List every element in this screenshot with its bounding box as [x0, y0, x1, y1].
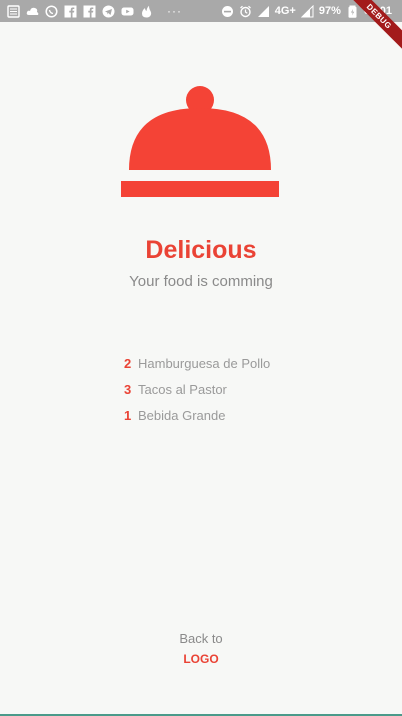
battery-icon: [346, 5, 359, 18]
whatsapp-icon: [45, 4, 58, 18]
signal-strength-icon: [300, 4, 314, 18]
status-bar: ··· 4G+ 97% 01:01 DEBUG: [0, 0, 402, 53]
page-title: Delicious: [145, 236, 257, 264]
network-type: 4G+: [274, 5, 296, 17]
item-quantity: 2: [124, 355, 132, 371]
signal-4g-icon: [257, 5, 270, 18]
do-not-disturb-icon: [221, 5, 234, 18]
news-icon: [7, 4, 20, 18]
overflow-indicator: ···: [167, 4, 182, 18]
logo-link[interactable]: LOGO: [0, 652, 402, 666]
notification-icons: ···: [0, 4, 182, 18]
page-subtitle: Your food is comming: [129, 273, 273, 290]
list-item: 2 Hamburguesa de Pollo: [124, 350, 270, 376]
item-name: Bebida Grande: [138, 407, 226, 423]
list-item: 3 Tacos al Pastor: [124, 376, 270, 402]
alarm-icon: [239, 5, 252, 18]
youtube-icon: [121, 5, 134, 18]
tinder-icon: [140, 5, 153, 18]
item-quantity: 3: [124, 381, 132, 397]
cloud-icon: [26, 5, 39, 18]
item-name: Tacos al Pastor: [138, 381, 227, 397]
back-to-label: Back to: [179, 631, 223, 646]
item-name: Hamburguesa de Pollo: [138, 355, 271, 371]
facebook-icon: [64, 5, 77, 18]
item-quantity: 1: [124, 407, 132, 423]
telegram-icon: [102, 5, 115, 18]
list-item: 1 Bebida Grande: [124, 402, 270, 428]
cloche-icon: [120, 86, 280, 198]
battery-percent: 97%: [318, 5, 341, 17]
order-list: 2 Hamburguesa de Pollo 3 Tacos al Pastor…: [124, 350, 270, 428]
facebook-icon: [83, 5, 96, 18]
